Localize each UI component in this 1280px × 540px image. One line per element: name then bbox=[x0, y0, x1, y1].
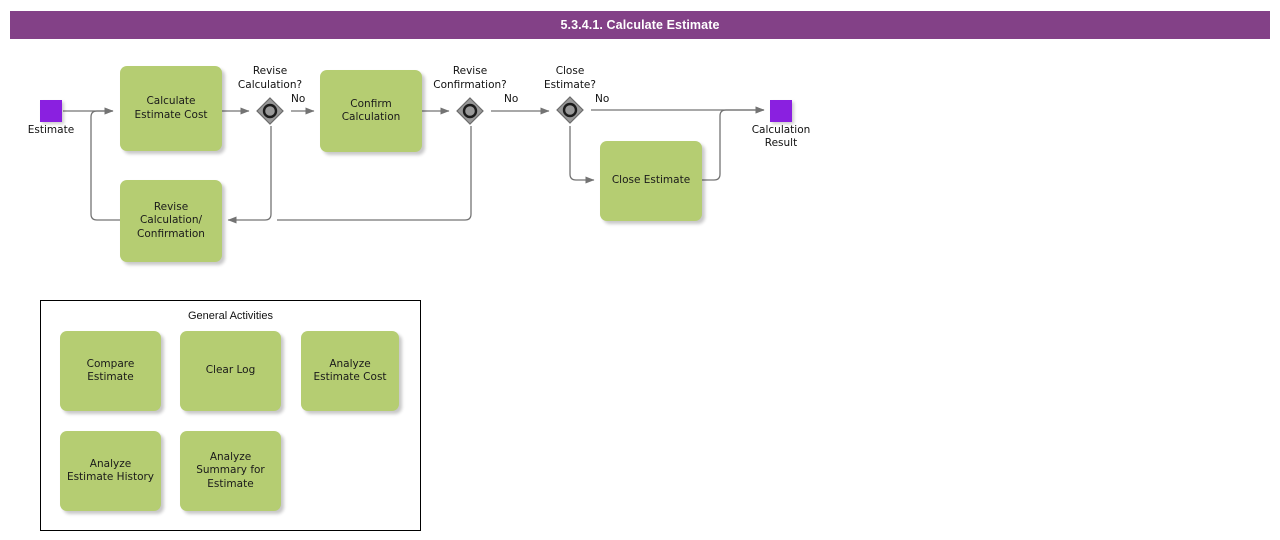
activity-compare-estimate[interactable]: Compare Estimate bbox=[60, 331, 161, 411]
flow-gw3-down-to-close bbox=[569, 126, 595, 184]
task-label: Clear Log bbox=[205, 364, 256, 377]
flow-gw1-down-to-revise bbox=[227, 126, 272, 224]
general-activities-title: General Activities bbox=[188, 310, 273, 322]
flow-label-gw1-no: No bbox=[291, 93, 306, 105]
flow-label-gw2-no: No bbox=[504, 93, 519, 105]
end-event[interactable] bbox=[770, 100, 792, 122]
gateway-revise-confirmation[interactable] bbox=[455, 96, 485, 126]
diagram-canvas: Estimate Calculate Estimate Cost Revise … bbox=[0, 0, 1280, 540]
task-revise-calculation-confirmation[interactable]: Revise Calculation/ Confirmation bbox=[120, 180, 222, 262]
start-event-label: Estimate bbox=[27, 124, 75, 136]
task-label: Revise Calculation/ Confirmation bbox=[137, 200, 205, 240]
start-event[interactable] bbox=[40, 100, 62, 122]
task-label: Close Estimate bbox=[611, 174, 691, 187]
task-calculate-estimate-cost[interactable]: Calculate Estimate Cost bbox=[120, 66, 222, 151]
gateway-close-estimate[interactable] bbox=[555, 95, 585, 125]
gateway-diamond-icon bbox=[556, 96, 584, 124]
task-label: Compare Estimate bbox=[86, 357, 135, 384]
task-label: Analyze Summary for Estimate bbox=[196, 450, 265, 490]
gateway-diamond-icon bbox=[256, 97, 284, 125]
end-event-label: Calculation Result bbox=[751, 124, 811, 149]
gateway-revise-calculation[interactable] bbox=[255, 96, 285, 126]
activity-analyze-summary-for-estimate[interactable]: Analyze Summary for Estimate bbox=[180, 431, 281, 511]
flow-label-gw3-no: No bbox=[595, 93, 610, 105]
task-label: Calculate Estimate Cost bbox=[134, 95, 208, 121]
activity-analyze-estimate-history[interactable]: Analyze Estimate History bbox=[60, 431, 161, 511]
gateway-diamond-icon bbox=[456, 97, 484, 125]
gateway-revise-confirmation-label: Revise Confirmation? bbox=[433, 65, 507, 91]
task-label: Analyze Estimate Cost bbox=[313, 357, 387, 384]
gateway-revise-calculation-label: Revise Calculation? bbox=[237, 65, 303, 91]
task-close-estimate[interactable]: Close Estimate bbox=[600, 141, 702, 221]
activity-analyze-estimate-cost[interactable]: Analyze Estimate Cost bbox=[301, 331, 399, 411]
task-label: Confirm Calculation bbox=[341, 97, 401, 124]
task-confirm-calculation[interactable]: Confirm Calculation bbox=[320, 70, 422, 152]
gateway-close-estimate-label: Close Estimate? bbox=[544, 65, 596, 91]
activity-clear-log[interactable]: Clear Log bbox=[180, 331, 281, 411]
task-label: Analyze Estimate History bbox=[66, 457, 155, 484]
